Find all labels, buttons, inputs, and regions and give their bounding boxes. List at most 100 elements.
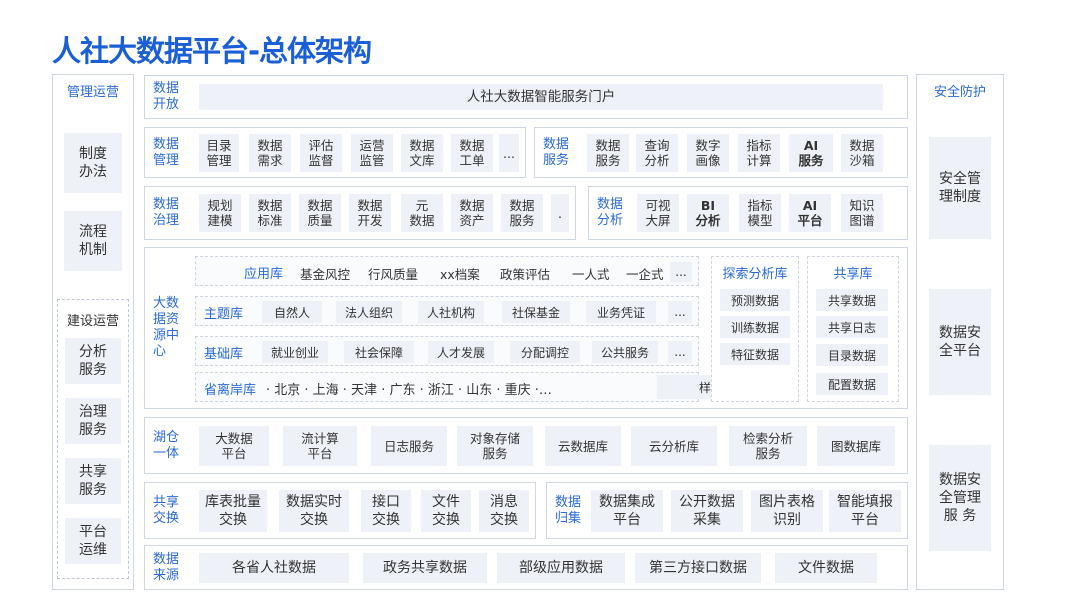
app-lib-item: 基金风控 — [300, 267, 351, 282]
theme-lib-more: ... — [668, 301, 692, 323]
share-service-box: 共享 服务 — [65, 458, 121, 504]
govern-item: 数据 开发 — [349, 194, 391, 232]
source-item: 政务共享数据 — [363, 553, 487, 583]
policy-box: 制度 办法 — [64, 133, 122, 193]
manage-item: 数据 需求 — [249, 134, 291, 172]
source-item: 各省人社数据 — [199, 553, 349, 583]
data-source-label: 数据 来源 — [153, 552, 180, 583]
lake-item: 日志服务 — [371, 426, 447, 466]
exchange-item: 消息 交换 — [479, 490, 529, 532]
service-item: AI 服务 — [789, 134, 833, 172]
collect-item: 公开数据 采集 — [671, 490, 743, 532]
share-lib-label: 共享库 — [833, 267, 873, 282]
service-item: 数字 画像 — [687, 134, 729, 172]
lake-item: 云分析库 — [631, 426, 717, 466]
manage-more: ... — [499, 134, 519, 172]
security-policy-box: 安全管 理制度 — [929, 137, 991, 239]
province-lib-label: 省离岸库 — [204, 383, 257, 398]
data-manage-layer: 数据 管理 目录 管理 数据 需求 评估 监督 运营 监管 数据 文库 数据 工单 ... — [144, 127, 526, 178]
explore-lib-item: 预测数据 — [720, 289, 790, 311]
base-lib-label: 基础库 — [204, 347, 244, 362]
govern-service-box: 治理 服务 — [65, 398, 121, 444]
exchange-item: 数据实时 交换 — [279, 490, 349, 532]
app-lib-row: 应用库 基金风控 行风质量 xx档案 政策评估 一人式 一企式 ... — [195, 256, 699, 286]
management-title: 管理运营 — [66, 85, 119, 100]
analysis-item: BI 分析 — [687, 194, 729, 232]
service-item: 数据 沙箱 — [841, 134, 883, 172]
service-item: 指标 计算 — [738, 134, 780, 172]
share-exchange-label: 共享 交换 — [153, 495, 180, 526]
base-lib-row: 基础库 就业创业 社会保障 人才发展 分配调控 公共服务 ... — [195, 336, 699, 366]
build-ops-group: 建设运营 分析 服务 治理 服务 共享 服务 平台 运维 — [57, 299, 129, 579]
analysis-item: 可视 大屏 — [637, 194, 679, 232]
govern-item: 数据 服务 — [501, 194, 543, 232]
source-item: 部级应用数据 — [497, 553, 625, 583]
source-item: 第三方接口数据 — [635, 553, 761, 583]
govern-item: 元数据 — [401, 194, 443, 232]
lake-item: 流计算 平台 — [283, 426, 357, 466]
data-security-platform-box: 数据安 全平台 — [929, 289, 991, 395]
lake-item: 图数据库 — [817, 426, 895, 466]
resource-center-layer: 大数 据资 源中心 应用库 基金风控 行风质量 xx档案 政策评估 一人式 一企式 … — [144, 247, 908, 409]
share-lib: 共享库 共享数据 共享日志 目录数据 配置数据 — [807, 256, 899, 402]
collect-item: 图片表格 识别 — [751, 490, 823, 532]
lakehouse-label: 湖仓 一体 — [153, 430, 180, 461]
data-open-label: 数据 开放 — [153, 81, 180, 112]
theme-lib-label: 主题库 — [204, 307, 244, 322]
explore-lib-item: 特征数据 — [720, 343, 790, 365]
management-column: 管理运营 制度 办法 流程 机制 建设运营 分析 服务 治理 服务 共享 服务 平台 运维 — [52, 74, 134, 590]
govern-item: 规划 建模 — [199, 194, 241, 232]
security-title: 安全防护 — [933, 85, 986, 100]
explore-lib: 探索分析库 预测数据 训练数据 特征数据 — [711, 256, 799, 402]
manage-item: 评估 监督 — [300, 134, 342, 172]
data-open-layer: 数据 开放 人社大数据智能服务门户 — [144, 75, 908, 119]
lake-item: 云数据库 — [545, 426, 621, 466]
explore-lib-label: 探索分析库 — [722, 267, 788, 282]
data-manage-label: 数据 管理 — [153, 137, 180, 168]
base-lib-item: 社会保障 — [344, 341, 414, 363]
share-lib-item: 共享数据 — [816, 289, 888, 311]
app-lib-item: 一企式 — [626, 267, 664, 282]
theme-lib-row: 主题库 自然人 法人组织 人社机构 社保基金 业务凭证 ... — [195, 296, 699, 326]
data-security-mgmt-box: 数据安 全管理服 务 — [929, 445, 991, 551]
data-analysis-layer: 数据 分析 可视 大屏 BI 分析 指标 模型 AI 平台 知识 图谱 — [588, 186, 908, 240]
source-item: 文件数据 — [775, 553, 877, 583]
exchange-item: 库表批量 交换 — [199, 490, 267, 532]
govern-item: 数据 资产 — [451, 194, 493, 232]
share-exchange-layer: 共享 交换 库表批量 交换 数据实时 交换 接口 交换 文件 交换 消息 交换 — [144, 482, 536, 539]
province-list: · 北京 · 上海 · 天津 · 广东 · 浙江 · 山东 · 重庆 ·… — [266, 383, 552, 398]
build-ops-title: 建设运营 — [66, 314, 119, 329]
exchange-item: 接口 交换 — [361, 490, 411, 532]
manage-item: 目录 管理 — [199, 134, 239, 172]
share-lib-item: 配置数据 — [816, 373, 888, 395]
govern-more: . — [551, 194, 569, 232]
data-service-layer: 数据 服务 数据 服务 查询 分析 数字 画像 指标 计算 AI 服务 数据 沙箱 — [534, 127, 908, 178]
lakehouse-layer: 湖仓 一体 大数据 平台 流计算 平台 日志服务 对象存储 服务 云数据库 云分析库 检… — [144, 417, 908, 474]
app-lib-item: 行风质量 — [368, 267, 419, 282]
lake-item: 大数据 平台 — [199, 426, 269, 466]
base-lib-more: ... — [668, 341, 692, 363]
exchange-item: 文件 交换 — [421, 490, 471, 532]
security-column: 安全防护 安全管 理制度 数据安 全平台 数据安 全管理服 务 — [916, 74, 1004, 590]
analysis-service-box: 分析 服务 — [65, 338, 121, 384]
analysis-item: 指标 模型 — [739, 194, 781, 232]
base-lib-item: 公共服务 — [592, 341, 658, 363]
data-analysis-label: 数据 分析 — [597, 197, 624, 228]
manage-item: 运营 监管 — [351, 134, 393, 172]
app-lib-label: 应用库 — [244, 267, 284, 282]
data-collect-label: 数据 归集 — [555, 495, 582, 526]
govern-item: 数据 质量 — [299, 194, 341, 232]
theme-lib-item: 自然人 — [262, 301, 322, 323]
base-lib-item: 分配调控 — [510, 341, 580, 363]
collect-item: 智能填报 平台 — [829, 490, 901, 532]
share-lib-item: 共享日志 — [816, 316, 888, 338]
app-lib-item: xx档案 — [440, 267, 480, 282]
data-service-label: 数据 服务 — [543, 137, 570, 168]
theme-lib-item: 法人组织 — [336, 301, 402, 323]
govern-item: 数据 标准 — [249, 194, 291, 232]
manage-item: 数据 文库 — [401, 134, 443, 172]
service-portal-box: 人社大数据智能服务门户 — [199, 84, 883, 110]
share-lib-item: 目录数据 — [816, 344, 888, 366]
process-box: 流程 机制 — [64, 211, 122, 271]
platform-ops-box: 平台 运维 — [65, 518, 121, 564]
